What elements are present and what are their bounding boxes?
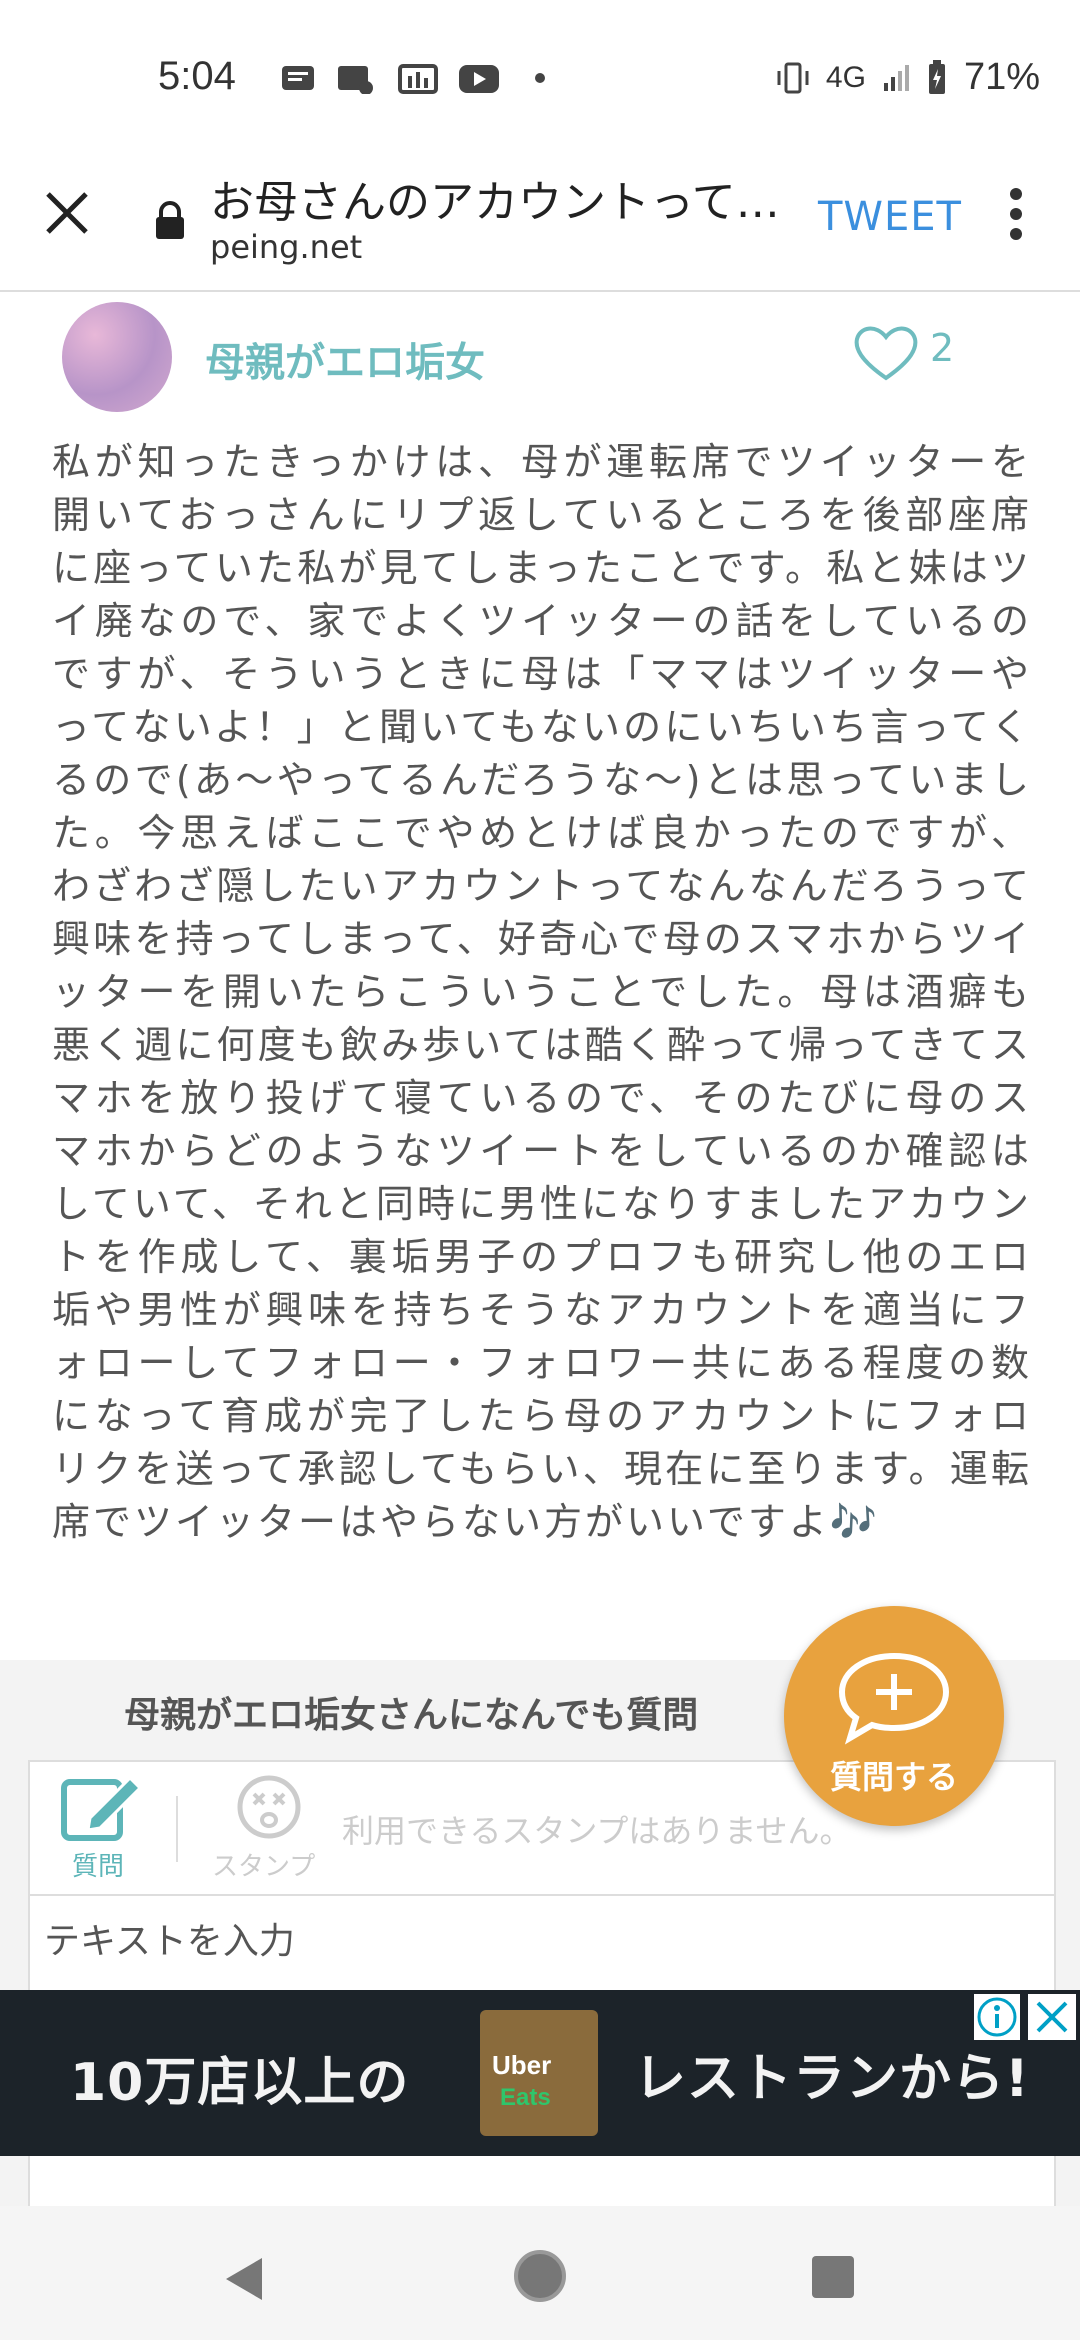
image-icon: [398, 64, 438, 94]
ad-text-right: レストランから!: [634, 2049, 1030, 2109]
tool-divider: [176, 1796, 178, 1862]
status-time: 5:04: [158, 54, 236, 98]
heart-icon[interactable]: [852, 322, 920, 382]
battery-percent: 71%: [963, 56, 1040, 98]
edit-icon[interactable]: [60, 1774, 144, 1846]
fab-label: 質問する: [829, 1758, 958, 1796]
back-icon[interactable]: [222, 2256, 266, 2302]
url-host[interactable]: peing.net: [210, 228, 362, 266]
input-separator: [28, 1894, 1056, 1896]
network-type: 4G: [825, 60, 866, 94]
browser-toolbar: お母さんのアカウントって… peing.net TWEET: [0, 150, 1080, 292]
ask-fab-button[interactable]: 質問する: [784, 1606, 1004, 1826]
answer-text: 私が知ったきっかけは、母が運転席でツイッターを開いておっさんにリプ返しているとこ…: [52, 440, 1032, 1544]
message-icon: [282, 66, 314, 90]
speech-plus-icon: [838, 1652, 950, 1745]
signal-icon: [883, 64, 909, 91]
like-count: 2: [930, 326, 955, 370]
ad-text-left: 10万店以上の: [70, 2053, 410, 2113]
recent-apps-icon[interactable]: [812, 2256, 854, 2298]
status-bar: 5:04 4G 71%: [0, 0, 1080, 150]
stamp-tool-label: スタンプ: [212, 1852, 316, 1882]
vibrate-icon: [777, 62, 809, 93]
avatar[interactable]: [62, 302, 172, 412]
tweet-button[interactable]: TWEET: [818, 194, 962, 240]
page-title[interactable]: お母さんのアカウントって…: [210, 166, 780, 230]
status-right: 4G 71%: [776, 56, 1040, 99]
ad-close-icon[interactable]: [1028, 1994, 1076, 2040]
question-tool-label[interactable]: 質問: [72, 1846, 124, 1883]
ad-info-icon[interactable]: [974, 1994, 1020, 2040]
uber-eats-logo: Uber Eats: [480, 2010, 598, 2136]
question-input[interactable]: [42, 1910, 1046, 1972]
username[interactable]: 母親がエロ垢女: [205, 330, 485, 388]
battery-icon: [928, 59, 945, 94]
youtube-icon: [459, 65, 499, 93]
overflow-menu-icon[interactable]: [1008, 188, 1024, 248]
photo-icon: [338, 66, 373, 94]
lock-icon: [156, 201, 184, 239]
home-icon[interactable]: [514, 2250, 566, 2302]
ask-title: 母親がエロ垢女さんになんでも質問: [124, 1695, 699, 1736]
stamp-empty-message: 利用できるスタンプはありません。: [342, 1812, 852, 1850]
close-icon[interactable]: [42, 188, 92, 238]
more-notifications-icon: [535, 73, 545, 83]
stamp-face-icon: [237, 1775, 301, 1839]
